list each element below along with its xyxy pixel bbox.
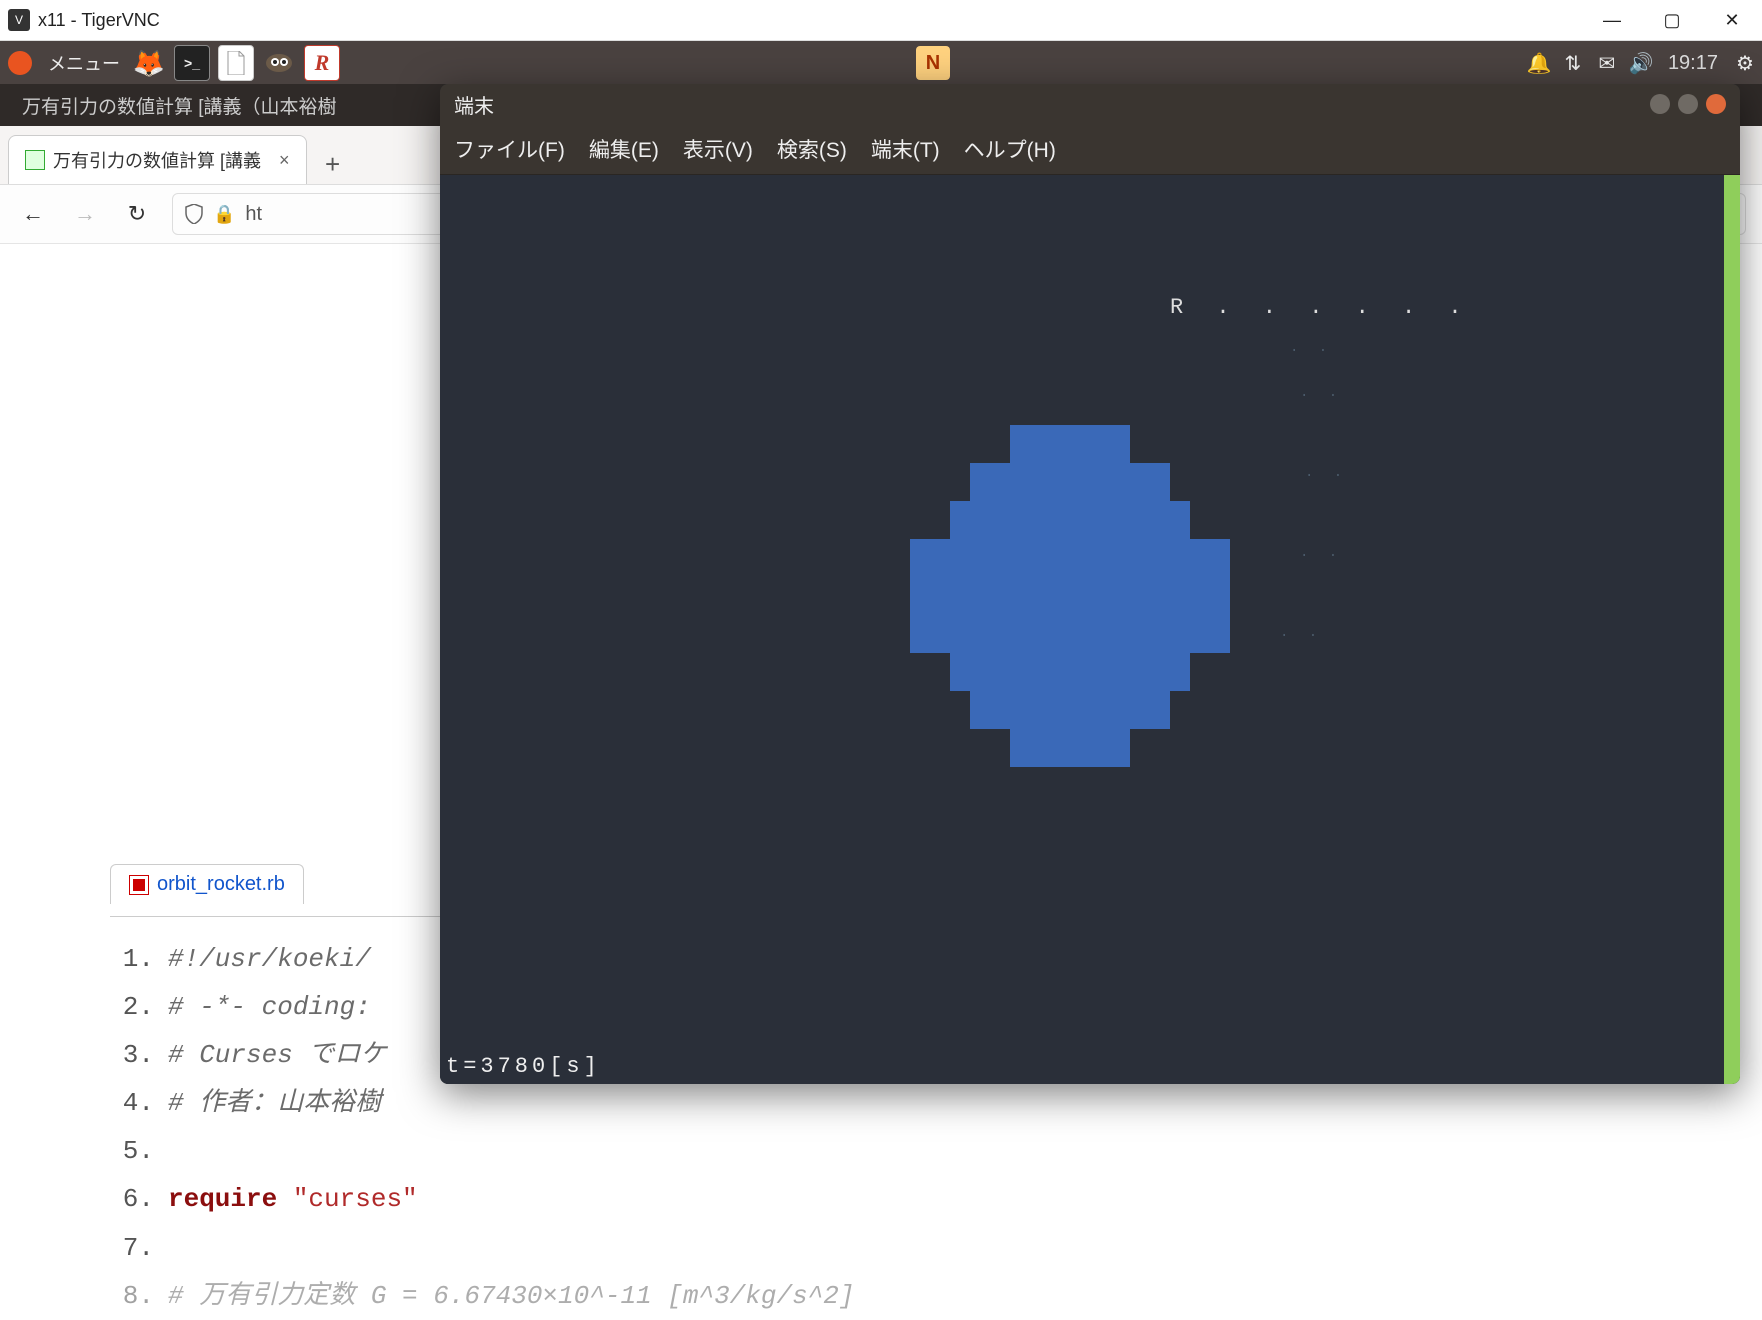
tracking-shield-icon bbox=[185, 204, 203, 224]
orbit-trail: . . bbox=[1280, 625, 1323, 641]
orbit-trail: . . bbox=[1305, 465, 1348, 481]
terminal-menu-file[interactable]: ファイル(F) bbox=[454, 134, 565, 164]
notifications-tray-icon[interactable]: 🔔 bbox=[1522, 51, 1556, 76]
orbit-trail: . . bbox=[1300, 545, 1343, 561]
gimp-launcher-icon[interactable] bbox=[262, 46, 296, 80]
network-tray-icon[interactable]: ⇅ bbox=[1556, 51, 1590, 76]
settings-tray-icon[interactable]: ⚙ bbox=[1728, 51, 1762, 76]
host-window-title: x11 - TigerVNC bbox=[38, 10, 160, 31]
orbit-trail: . . bbox=[1300, 385, 1343, 401]
terminal-menu-edit[interactable]: 編集(E) bbox=[589, 134, 659, 164]
rocket-marker: R . . . . . . bbox=[1170, 295, 1472, 320]
reload-button[interactable]: ↻ bbox=[120, 197, 154, 231]
mail-tray-icon[interactable]: ✉ bbox=[1590, 51, 1624, 76]
terminal-body[interactable]: R . . . . . . . . . . . . . . . . t=3780… bbox=[440, 175, 1740, 1084]
terminal-maximize-button[interactable] bbox=[1678, 94, 1698, 114]
terminal-window: 端末 ファイル(F) 編集(E) 表示(V) 検索(S) 端末(T) ヘルプ(H… bbox=[440, 84, 1740, 1084]
terminal-close-button[interactable] bbox=[1706, 94, 1726, 114]
sound-tray-icon[interactable]: 🔊 bbox=[1624, 51, 1658, 76]
notification-app-icon[interactable]: N bbox=[916, 46, 950, 80]
terminal-menubar: ファイル(F) 編集(E) 表示(V) 検索(S) 端末(T) ヘルプ(H) bbox=[440, 124, 1740, 175]
tab-close-button[interactable]: × bbox=[279, 150, 290, 171]
source-file-tab[interactable]: orbit_rocket.rb bbox=[110, 864, 304, 904]
terminal-menu-search[interactable]: 検索(S) bbox=[777, 134, 847, 164]
planet-earth bbox=[930, 425, 1250, 805]
host-window-titlebar: V x11 - TigerVNC — ▢ ✕ bbox=[0, 0, 1762, 41]
code-line-6-string: "curses" bbox=[293, 1184, 418, 1214]
forward-button[interactable]: → bbox=[68, 197, 102, 231]
text-editor-launcher-icon[interactable] bbox=[218, 45, 254, 81]
code-line-6-keyword: require bbox=[168, 1184, 277, 1214]
code-line-4: # 作者：山本裕樹 bbox=[168, 1088, 381, 1118]
ubuntu-top-panel: メニュー 🦊 >_ R N 🔔 ⇅ ✉ 🔊 19:17 ⚙ bbox=[0, 41, 1762, 85]
terminal-launcher-icon[interactable]: >_ bbox=[174, 45, 210, 81]
code-line-2: # -*- coding: bbox=[168, 992, 371, 1022]
host-close-button[interactable]: ✕ bbox=[1702, 0, 1762, 40]
simulation-time-status: t=3780[s] bbox=[446, 1054, 601, 1079]
code-line-8: # 万有引力定数 G = 6.67430×10^-11 [m^3/kg/s^2] bbox=[168, 1281, 855, 1311]
r-launcher-icon[interactable]: R bbox=[304, 45, 340, 81]
terminal-minimize-button[interactable] bbox=[1650, 94, 1670, 114]
clock[interactable]: 19:17 bbox=[1658, 52, 1728, 75]
ruby-file-icon bbox=[129, 875, 149, 895]
terminal-scrollbar[interactable] bbox=[1724, 175, 1740, 1084]
source-file-name: orbit_rocket.rb bbox=[157, 873, 285, 896]
host-maximize-button[interactable]: ▢ bbox=[1642, 0, 1702, 40]
code-line-1: #!/usr/koeki/ bbox=[168, 944, 371, 974]
lock-icon: 🔒 bbox=[213, 204, 235, 225]
tab-title: 万有引力の数値計算 [講義 bbox=[53, 147, 261, 173]
terminal-titlebar[interactable]: 端末 bbox=[440, 84, 1740, 124]
address-text: ht bbox=[245, 203, 262, 226]
tigervnc-app-icon: V bbox=[8, 9, 30, 31]
ubuntu-logo-button[interactable] bbox=[0, 41, 40, 85]
back-button[interactable]: ← bbox=[16, 197, 50, 231]
terminal-title: 端末 bbox=[454, 90, 494, 119]
tab-favicon-icon bbox=[25, 150, 45, 170]
firefox-tab-active[interactable]: 万有引力の数値計算 [講義 × bbox=[8, 135, 307, 184]
terminal-menu-terminal[interactable]: 端末(T) bbox=[871, 134, 940, 164]
new-tab-button[interactable]: + bbox=[313, 144, 353, 184]
host-minimize-button[interactable]: — bbox=[1582, 0, 1642, 40]
code-line-3: # Curses でロケ bbox=[168, 1040, 386, 1070]
orbit-trail: . . bbox=[1290, 340, 1333, 356]
terminal-menu-help[interactable]: ヘルプ(H) bbox=[964, 134, 1056, 164]
firefox-launcher-icon[interactable]: 🦊 bbox=[132, 46, 166, 80]
terminal-menu-view[interactable]: 表示(V) bbox=[683, 134, 753, 164]
ubuntu-menu-button[interactable]: メニュー bbox=[40, 41, 128, 85]
